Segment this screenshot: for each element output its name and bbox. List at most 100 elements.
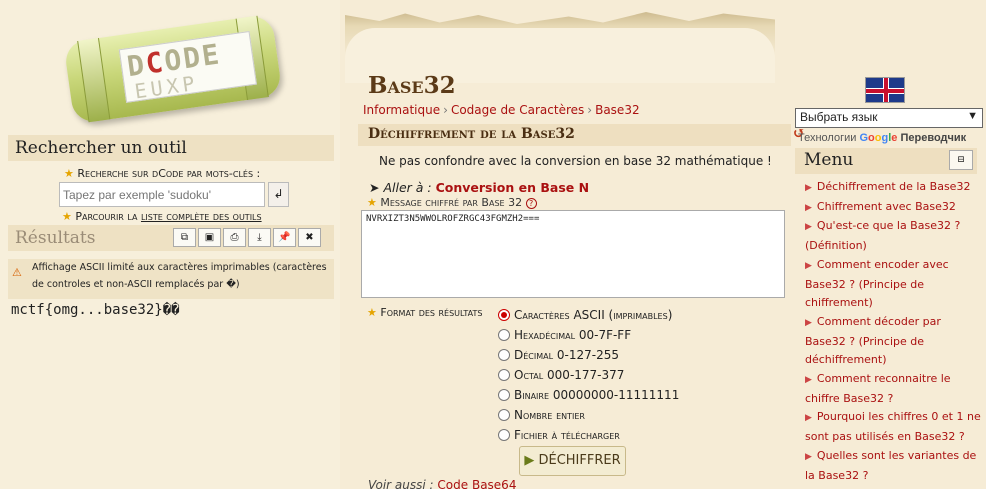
menu-item[interactable]: ▶ Pourquoi les chiffres 0 et 1 ne sont pa… xyxy=(805,408,981,446)
radio-button[interactable] xyxy=(498,409,510,421)
print-icon[interactable]: ⎙ xyxy=(223,228,246,247)
message-label: ★ Message chiffré par Base 32 ? xyxy=(367,196,537,209)
results-toolbar: ⧉ ▣ ⎙ ⤓ 📌 ✖ xyxy=(173,228,321,247)
copy-icon[interactable]: ⧉ xyxy=(173,228,196,247)
menu-item[interactable]: ▶ Comment décoder par Base32 ? (Principe … xyxy=(805,313,981,370)
format-option[interactable]: Octal 000-177-377 xyxy=(498,365,679,385)
format-option-label: Octal 000-177-377 xyxy=(514,368,625,382)
breadcrumb-separator: › xyxy=(443,103,448,117)
menu-header: Menu ⊟ xyxy=(795,148,977,174)
bullet-icon: ▶ xyxy=(805,183,812,193)
format-option[interactable]: Décimal 0-127-255 xyxy=(498,345,679,365)
menu-item-label: Pourquoi les chiffres 0 et 1 ne sont pas… xyxy=(805,410,981,444)
decrypt-button-label: DÉCHIFFRER xyxy=(538,453,621,468)
format-option[interactable]: Hexadécimal 00-7F-FF xyxy=(498,325,679,345)
menu-item[interactable]: ▶ Comment reconnaitre le chiffre Base32 ? xyxy=(805,370,981,408)
menu-title: Menu xyxy=(804,150,854,170)
radio-button[interactable] xyxy=(498,329,510,341)
translator-name[interactable]: Переводчик xyxy=(900,132,966,144)
list-prefix: Parcourir la xyxy=(75,210,138,223)
search-submit-button[interactable]: ↲ xyxy=(268,182,289,207)
menu-item-label: Comment encoder avec Base32 ? (Principe … xyxy=(805,257,949,310)
result-output[interactable]: mctf{omg...base32}�� xyxy=(11,302,180,318)
format-option-label: Caractères ASCII (imprimables) xyxy=(514,308,673,322)
star-icon: ★ xyxy=(367,196,377,209)
download-icon[interactable]: ⤓ xyxy=(248,228,271,247)
bullet-icon: ▶ xyxy=(805,413,812,424)
chevron-down-icon: ▼ xyxy=(967,110,978,122)
breadcrumb: Informatique › Codage de Caractères › Base32 xyxy=(363,103,640,117)
close-icon[interactable]: ✖ xyxy=(298,228,321,247)
radio-button[interactable] xyxy=(498,429,510,441)
breadcrumb-item[interactable]: Codage de Caractères xyxy=(451,103,584,117)
message-label-text: Message chiffré par Base 32 xyxy=(380,196,523,209)
breadcrumb-item[interactable]: Base32 xyxy=(595,103,640,117)
format-option[interactable]: Binaire 00000000-11111111 xyxy=(498,385,679,405)
format-option-label: Nombre entier xyxy=(514,408,585,422)
dcode-logo[interactable]: DCODE EUXP xyxy=(40,8,310,133)
menu-item-label: Déchiffrement de la Base32 xyxy=(816,180,971,193)
main-content: Base32 Informatique › Codage de Caractères… xyxy=(345,0,805,489)
bullet-icon: ▶ xyxy=(805,375,812,386)
menu-item[interactable]: ▶ Déchiffrement de la Base32 xyxy=(805,178,981,198)
format-label: ★ Format des résultats xyxy=(367,306,482,319)
google-translate-credit: Технологии Google Переводчик xyxy=(798,132,966,144)
play-icon: ▶ xyxy=(524,453,535,468)
see-also-prefix: Voir aussi : xyxy=(368,478,434,489)
menu-item[interactable]: ▶ Qu'est-ce que la Base32 ? (Définition) xyxy=(805,217,981,255)
bullet-icon: ▶ xyxy=(805,317,812,328)
menu-item-label: Comment décoder par Base32 ? (Principe d… xyxy=(805,314,941,367)
pin-icon[interactable]: 📌 xyxy=(273,228,296,247)
goto-line: ➤ Aller à : Conversion en Base N xyxy=(369,180,589,195)
page-title: Base32 xyxy=(368,72,456,99)
menu-item[interactable]: ▶ Chiffrement avec Base32 xyxy=(805,198,981,218)
save-icon[interactable]: ▣ xyxy=(198,228,221,247)
see-also-link[interactable]: Code Base64 xyxy=(437,478,516,489)
radio-button[interactable] xyxy=(498,349,510,361)
bullet-icon: ▶ xyxy=(805,260,812,271)
breadcrumb-separator: › xyxy=(587,103,593,117)
logo-band xyxy=(77,38,111,123)
radio-button[interactable] xyxy=(498,369,510,381)
breadcrumb-item[interactable]: Informatique xyxy=(363,103,440,117)
collapse-menu-icon[interactable]: ⊟ xyxy=(949,150,973,170)
see-also: Voir aussi : Code Base64 xyxy=(368,478,516,489)
format-label-text: Format des résultats xyxy=(380,306,483,319)
menu-item-label: Quelles sont les variantes de la Base32 … xyxy=(805,448,977,482)
keyword-label: ★ Recherche sur dCode par mots-clés : xyxy=(64,167,260,180)
results-title-text: Résultats xyxy=(15,228,96,248)
radio-button[interactable] xyxy=(498,389,510,401)
language-select[interactable]: Выбрать язык ▼ xyxy=(795,108,983,128)
format-options: Caractères ASCII (imprimables) Hexadécim… xyxy=(498,305,679,445)
menu-item[interactable]: ▶ Quelles sont les variantes de la Base32… xyxy=(805,447,981,485)
right-sidebar: Выбрать язык ▼ Технологии Google Перевод… xyxy=(790,0,986,489)
search-title: Rechercher un outil xyxy=(8,135,334,161)
menu-item-label: Qu'est-ce que la Base32 ? (Définition) xyxy=(805,219,961,253)
uk-flag-icon[interactable] xyxy=(865,77,905,103)
menu-item-label: Comment reconnaitre le chiffre Base32 ? xyxy=(805,372,951,405)
format-option[interactable]: Nombre entier xyxy=(498,405,679,425)
bullet-icon: ▶ xyxy=(805,222,812,233)
help-icon[interactable]: ? xyxy=(525,198,537,209)
star-icon: ★ xyxy=(62,210,72,223)
format-option-label: Fichier à télécharger xyxy=(514,428,620,442)
tools-list-line: ★ Parcourir la liste complète des outils xyxy=(62,210,262,223)
format-option[interactable]: Caractères ASCII (imprimables) xyxy=(498,305,679,325)
format-option-label: Décimal 0-127-255 xyxy=(514,348,619,362)
decrypt-button[interactable]: ▶ DÉCHIFFRER xyxy=(519,446,626,476)
goto-link[interactable]: Conversion en Base N xyxy=(436,180,589,195)
ascii-warning: ⚠ Affichage ASCII limité aux caractères … xyxy=(8,259,334,299)
language-select-value: Выбрать язык xyxy=(800,110,878,124)
bullet-icon: ▶ xyxy=(805,202,812,213)
format-option[interactable]: Fichier à télécharger xyxy=(498,425,679,445)
message-textarea[interactable]: NVRXIZT3N5WWOLROFZRGC43FGMZH2=== xyxy=(361,210,785,298)
radio-button[interactable] xyxy=(498,309,510,321)
arrow-icon: ➤ xyxy=(369,180,380,195)
menu-item[interactable]: ▶ Comment encoder avec Base32 ? (Principe… xyxy=(805,256,981,313)
warning-icon: ⚠ xyxy=(12,266,22,279)
google-logo[interactable]: Google xyxy=(859,132,897,144)
format-option-label: Hexadécimal 00-7F-FF xyxy=(514,328,632,342)
search-input[interactable] xyxy=(59,182,265,207)
tools-list-link[interactable]: liste complète des outils xyxy=(141,210,262,223)
bullet-icon: ▶ xyxy=(805,451,812,462)
